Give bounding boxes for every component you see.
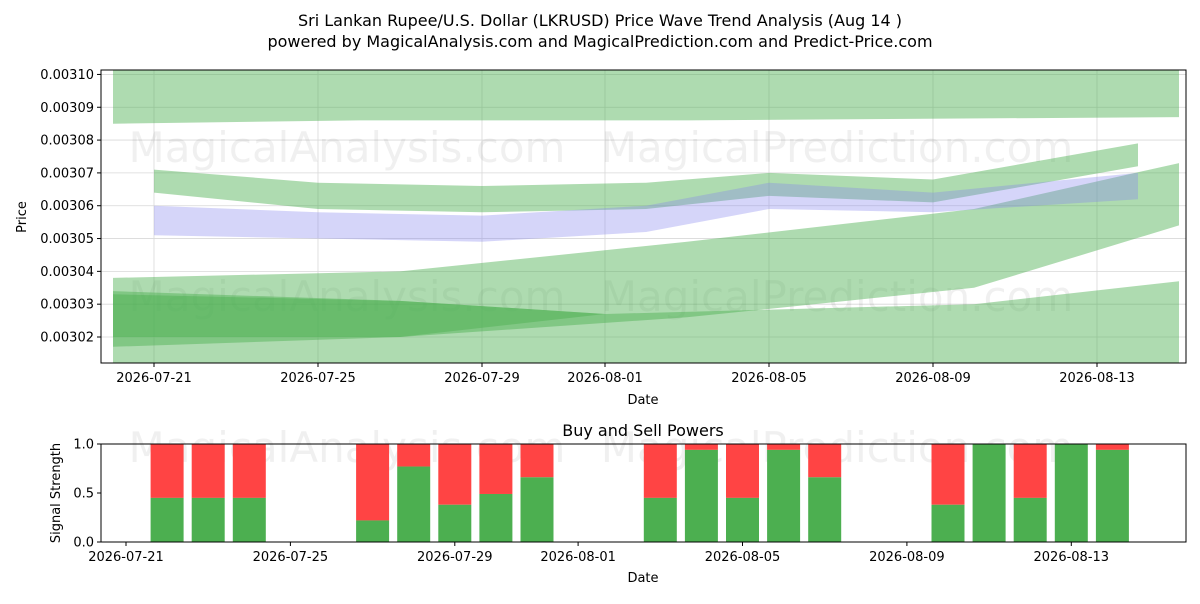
price-x-tick-label: 2026-08-01 bbox=[567, 371, 643, 386]
watermark-text: MagicalAnalysis.com bbox=[129, 123, 566, 172]
price-y-tick-label: 0.00306 bbox=[40, 199, 94, 214]
sell-power-bar bbox=[438, 444, 472, 505]
buy-power-bar bbox=[232, 497, 266, 542]
signal-y-ticks: 0.0 0.5 1.0 bbox=[73, 438, 101, 551]
signal-x-tick-label: 2026-07-21 bbox=[88, 550, 164, 565]
buy-power-bar bbox=[726, 497, 759, 542]
sell-power-bar bbox=[726, 444, 759, 498]
buy-power-bar bbox=[767, 449, 801, 542]
sell-power-bar bbox=[1095, 444, 1129, 450]
price-bands bbox=[113, 70, 1179, 363]
buy-power-bar bbox=[1054, 444, 1088, 542]
price-y-ticks: 0.00302 0.00303 0.00304 0.00305 0.00306 0.003… bbox=[40, 68, 101, 346]
buy-power-bar bbox=[643, 497, 677, 542]
price-x-tick-label: 2026-08-09 bbox=[895, 371, 971, 386]
buy-power-bar bbox=[191, 497, 225, 542]
signal-y-axis-label: Signal Strength bbox=[49, 443, 64, 543]
signal-x-tick-label: 2026-08-05 bbox=[705, 550, 781, 565]
price-y-tick-label: 0.00304 bbox=[40, 265, 94, 280]
signal-x-tick-label: 2026-07-29 bbox=[417, 550, 493, 565]
signal-x-tick-label: 2026-08-13 bbox=[1034, 550, 1110, 565]
chart-canvas: Sri Lankan Rupee/U.S. Dollar (LKRUSD) Pr… bbox=[15, 11, 1187, 586]
price-x-tick-label: 2026-07-21 bbox=[116, 371, 192, 386]
price-band-green bbox=[113, 70, 1179, 124]
signal-y-tick-label: 1.0 bbox=[73, 438, 94, 453]
sell-power-bar bbox=[397, 444, 431, 467]
price-y-tick-label: 0.00309 bbox=[40, 101, 94, 116]
price-panel: MagicalAnalysis.com MagicalPrediction.com… bbox=[15, 68, 1187, 408]
signal-y-tick-label: 0.5 bbox=[73, 487, 94, 502]
sell-power-bar bbox=[684, 444, 718, 450]
buy-power-bar bbox=[808, 477, 842, 542]
price-y-tick-label: 0.00310 bbox=[40, 68, 94, 83]
watermark-text: MagicalPrediction.com bbox=[601, 123, 1074, 172]
buy-power-bar bbox=[479, 493, 513, 542]
price-x-axis-label: Date bbox=[627, 393, 658, 408]
buy-power-bar bbox=[1013, 497, 1047, 542]
signal-x-tick-label: 2026-08-09 bbox=[869, 550, 945, 565]
buy-power-bar bbox=[931, 504, 965, 542]
signal-x-tick-label: 2026-07-25 bbox=[253, 550, 329, 565]
sell-power-bar bbox=[767, 444, 801, 450]
buy-power-bar bbox=[438, 504, 472, 542]
signal-x-tick-label: 2026-08-01 bbox=[540, 550, 616, 565]
price-y-tick-label: 0.00308 bbox=[40, 134, 94, 149]
price-y-tick-label: 0.00303 bbox=[40, 298, 94, 313]
buy-power-bar bbox=[1095, 449, 1129, 542]
buy-power-bar bbox=[520, 477, 554, 542]
price-x-tick-label: 2026-07-25 bbox=[280, 371, 356, 386]
signal-x-ticks: 2026-07-21 2026-07-25 2026-07-29 2026-08-01… bbox=[88, 542, 1109, 565]
buy-power-bar bbox=[397, 466, 431, 542]
signal-panel: Buy and Sell Powers MagicalAnalysis.comM… bbox=[49, 421, 1187, 586]
chart-title-line1: Sri Lankan Rupee/U.S. Dollar (LKRUSD) Pr… bbox=[298, 11, 902, 30]
sell-power-bar bbox=[479, 444, 513, 494]
sell-power-bar bbox=[1013, 444, 1047, 498]
price-y-axis-label: Price bbox=[15, 201, 30, 233]
sell-power-bar bbox=[191, 444, 225, 498]
sell-power-bar bbox=[356, 444, 390, 521]
price-x-ticks: 2026-07-21 2026-07-25 2026-07-29 2026-08-01… bbox=[116, 363, 1135, 386]
price-x-tick-label: 2026-07-29 bbox=[444, 371, 520, 386]
price-x-tick-label: 2026-08-05 bbox=[731, 371, 807, 386]
buy-power-bar bbox=[972, 444, 1006, 542]
sell-power-bar bbox=[232, 444, 266, 498]
buy-power-bar bbox=[356, 520, 390, 542]
sell-power-bar bbox=[643, 444, 677, 498]
sell-power-bar bbox=[808, 444, 842, 478]
signal-y-tick-label: 0.0 bbox=[73, 536, 94, 551]
price-y-tick-label: 0.00307 bbox=[40, 166, 94, 181]
price-x-tick-label: 2026-08-13 bbox=[1059, 371, 1135, 386]
price-y-tick-label: 0.00305 bbox=[40, 232, 94, 247]
chart-title-line2: powered by MagicalAnalysis.com and Magic… bbox=[267, 32, 932, 51]
buy-power-bar bbox=[684, 449, 718, 542]
buy-power-bar bbox=[150, 497, 184, 542]
sell-power-bar bbox=[520, 444, 554, 478]
signal-x-axis-label: Date bbox=[627, 571, 658, 586]
sell-power-bar bbox=[150, 444, 184, 498]
sell-power-bar bbox=[931, 444, 965, 505]
price-y-tick-label: 0.00302 bbox=[40, 331, 94, 346]
